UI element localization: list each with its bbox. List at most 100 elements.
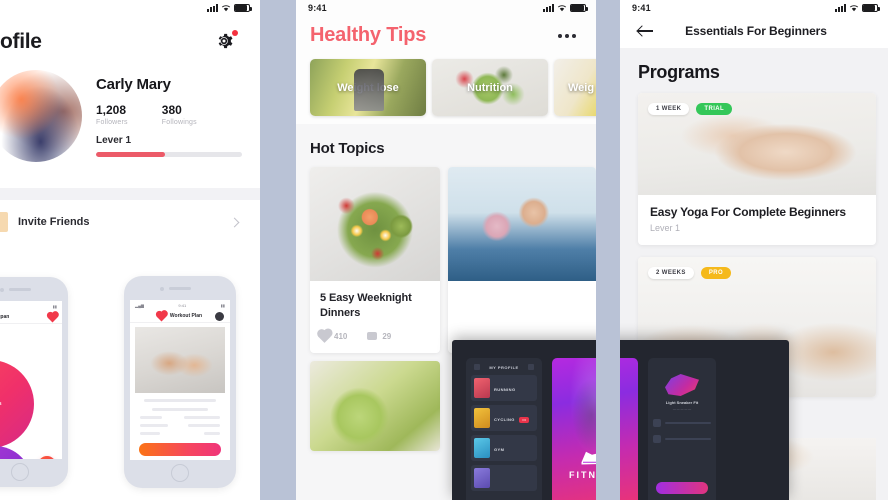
program-subtitle: Lever 1	[650, 223, 681, 233]
tips-header: Healthy Tips	[296, 16, 596, 47]
list-item-meta: CYCLING •••	[494, 408, 534, 428]
phone-mockup-b[interactable]: ▂▄▆ 9:41 ▮▮ Workout Plan	[124, 276, 236, 488]
status-icons	[835, 4, 880, 12]
phone-mockups-group: 9:41 ▮▮ GFKcupan Workouts My Programs	[0, 262, 296, 500]
status-icons	[543, 4, 588, 12]
section-title-programs: Programs	[638, 62, 720, 82]
heart-icon	[156, 311, 167, 321]
topic-card-meta: 410 29	[318, 329, 430, 343]
mock-app-title: Workout Plan	[169, 313, 203, 319]
home-button[interactable]	[11, 463, 29, 481]
status-icons	[207, 4, 252, 12]
user-name: Carly Mary	[96, 76, 171, 93]
yoga-king-pigeon-pose-photo: 1 WEEK TRIAL	[638, 93, 876, 195]
salad-bowl-photo	[310, 167, 440, 281]
gift-icon	[0, 212, 8, 232]
topic-card[interactable]	[448, 167, 596, 353]
speaker-grill	[169, 287, 191, 290]
yoga-stretch-photo	[448, 167, 596, 281]
followers-count: 1,208	[96, 103, 127, 117]
tablet-center-panel: FITNESS	[552, 358, 638, 500]
user-stats: 1,208 Followers 380 Followings	[96, 103, 242, 126]
program-title: Easy Yoga For Complete Beginners	[650, 205, 846, 219]
more-horizontal-icon[interactable]	[558, 33, 576, 38]
signal-bars-icon	[835, 4, 846, 12]
home-button[interactable]	[171, 464, 189, 482]
chip-label: Weig	[568, 81, 595, 94]
spec-line	[665, 438, 711, 440]
list-item[interactable]	[471, 465, 537, 491]
stat-followers[interactable]: 1,208 Followers	[96, 103, 128, 126]
list-item[interactable]: GYM	[471, 435, 537, 461]
invite-friends-row[interactable]: Invite Friends	[0, 200, 260, 232]
section-title-hot-topics: Hot Topics	[310, 140, 385, 157]
avatar[interactable]	[0, 70, 82, 162]
list-item[interactable]: RUNNING	[471, 375, 537, 401]
mock-app-header: GFKcupan	[0, 311, 62, 324]
mock-detail-row	[130, 427, 230, 435]
tablet-brand-name: FITNESS	[568, 470, 621, 480]
wifi-icon	[849, 5, 859, 12]
invite-friends-label: Invite Friends	[18, 216, 90, 228]
program-card[interactable]: 1 WEEK TRIAL Easy Yoga For Complete Begi…	[638, 93, 876, 245]
gym-thumb	[474, 438, 490, 458]
mock-status-bar: 9:41 ▮▮	[0, 301, 62, 311]
category-chip-weight-partial[interactable]: Weig	[554, 59, 596, 116]
mock-battery: ▮▮	[220, 302, 225, 308]
program-badges: 1 WEEK TRIAL	[648, 103, 733, 115]
category-chip-weight-lose[interactable]: Weight lose	[310, 59, 426, 116]
profile-screen: 9:41 ofile Carl	[0, 0, 260, 262]
tier-badge: PRO	[700, 267, 732, 279]
page-title: Healthy Tips	[310, 24, 427, 46]
panel-gap-right	[596, 0, 620, 500]
stat-followings[interactable]: 380 Followings	[162, 103, 197, 126]
tablet-screen: MY PROFILE RUNNING CYCLING ••• GYM FITNE…	[466, 358, 775, 500]
spec-row	[653, 419, 711, 427]
status-time: 9:41	[308, 3, 327, 13]
category-chip-nutrition[interactable]: Nutrition	[432, 59, 548, 116]
gear-icon[interactable]	[528, 364, 534, 370]
heart-icon	[318, 329, 331, 343]
list-item-meta: GYM	[494, 438, 534, 458]
status-bar-tips: 9:41	[296, 0, 596, 16]
mock-cta-button[interactable]	[139, 443, 221, 456]
tablet-panel-title: MY PROFILE	[489, 364, 519, 370]
comment-icon	[367, 332, 378, 341]
status-bar-essentials: 9:41	[620, 0, 888, 16]
like-count-value: 410	[334, 331, 348, 341]
notification-dot	[232, 30, 238, 36]
tablet-right-panel: Light Sneaker Fit — — — — —	[648, 358, 716, 500]
heart-icon[interactable]	[47, 312, 58, 322]
runner-thumb	[474, 378, 490, 398]
phone-mockup-a[interactable]: 9:41 ▮▮ GFKcupan Workouts My Programs	[0, 277, 68, 487]
nav-bar: Essentials For Beginners	[620, 16, 888, 38]
level-progress-fill	[96, 152, 165, 157]
settings-button[interactable]	[214, 30, 238, 53]
profile-info: Carly Mary 1,208 Followers 380 Following…	[96, 70, 242, 162]
size-icon	[653, 419, 661, 427]
bubble-workouts[interactable]: Workouts	[0, 360, 34, 448]
activity-name: CYCLING	[494, 417, 515, 422]
tablet-mockup[interactable]: MY PROFILE RUNNING CYCLING ••• GYM FITNE…	[452, 340, 789, 500]
comment-count[interactable]: 29	[367, 332, 391, 341]
tablet-panel-header: MY PROFILE	[471, 364, 537, 375]
arrow-left-icon[interactable]	[638, 25, 654, 37]
add-icon[interactable]	[38, 456, 56, 459]
bubble-my-programs[interactable]: My Programs	[0, 446, 32, 459]
list-item[interactable]: CYCLING •••	[471, 405, 537, 431]
topic-card[interactable]	[310, 360, 440, 451]
hot-topics-grid: 5 Easy Weeknight Dinners 410 29	[296, 157, 596, 353]
signal-bars-icon	[543, 4, 554, 12]
program-badges: 2 WEEKS PRO	[648, 267, 732, 279]
topic-card[interactable]: 5 Easy Weeknight Dinners 410 29	[310, 167, 440, 353]
section-divider	[0, 188, 260, 200]
cyclist-thumb	[474, 408, 490, 428]
avatar[interactable]	[215, 311, 224, 321]
duration-badge: 1 WEEK	[648, 103, 690, 115]
buy-button[interactable]	[656, 482, 708, 494]
tablet-left-panel: MY PROFILE RUNNING CYCLING ••• GYM	[466, 358, 542, 500]
profile-body: Carly Mary 1,208 Followers 380 Following…	[0, 60, 260, 162]
mock-detail-row	[130, 419, 230, 427]
like-count[interactable]: 410	[318, 329, 348, 343]
menu-icon[interactable]	[474, 364, 480, 370]
